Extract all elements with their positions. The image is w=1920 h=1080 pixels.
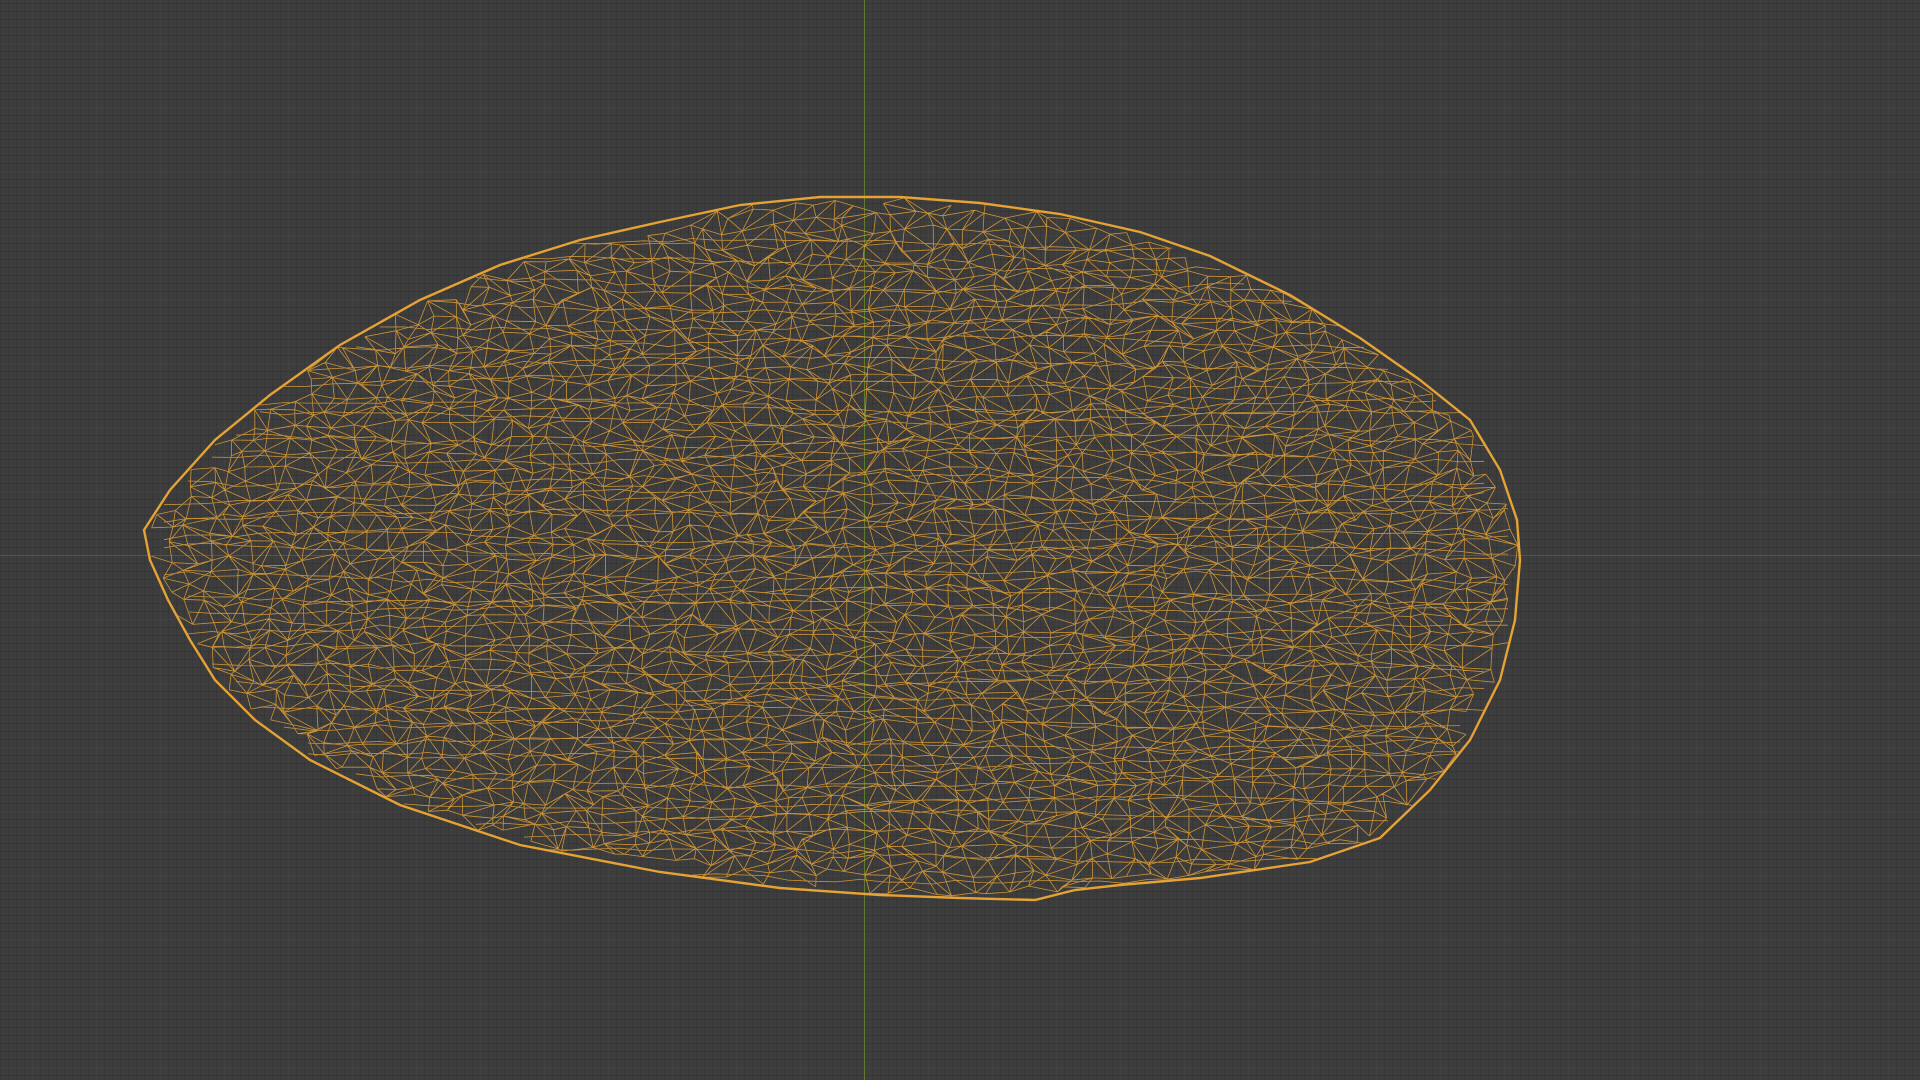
wireframe-mesh[interactable] [0,0,1920,1080]
3d-viewport[interactable] [0,0,1920,1080]
mesh-edges [151,197,1519,897]
mesh-triangle-edges [151,197,1519,897]
